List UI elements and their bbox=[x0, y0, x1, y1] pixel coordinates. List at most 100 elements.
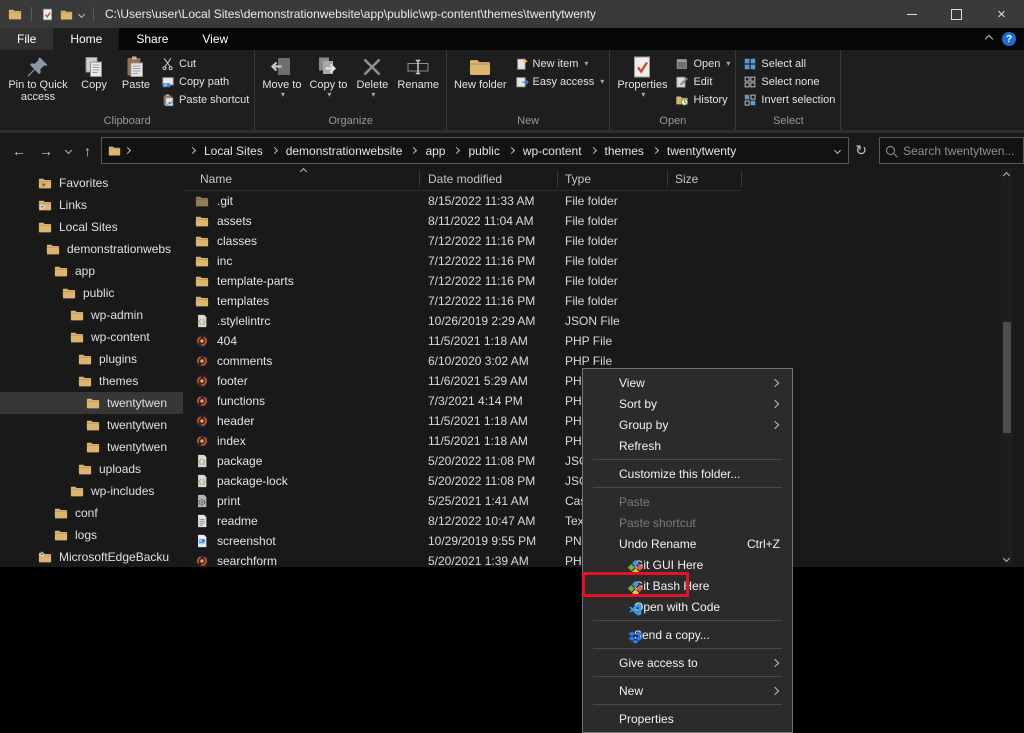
tree-item-wp-content-7[interactable]: wp-content bbox=[0, 326, 183, 348]
ribbon-button-copy[interactable]: Copy bbox=[73, 52, 115, 91]
tree-item-microsoftedgebacku-17[interactable]: MicrosoftEdgeBacku bbox=[0, 546, 183, 567]
tab-home[interactable]: Home bbox=[53, 28, 119, 50]
ribbon-button-copy-to[interactable]: Copy to▾ bbox=[305, 52, 351, 100]
tree-item-wp-includes-14[interactable]: wp-includes bbox=[0, 480, 183, 502]
ribbon-button-open[interactable]: Open▾ bbox=[675, 56, 730, 71]
collapse-ribbon-icon[interactable] bbox=[985, 35, 993, 43]
menu-item-view[interactable]: View bbox=[583, 372, 792, 393]
ribbon-button-paste-shortcut[interactable]: Paste shortcut bbox=[161, 92, 249, 107]
search-input[interactable] bbox=[901, 143, 1017, 159]
ribbon-button-pin-to-quick-access[interactable]: Pin to Quick access bbox=[3, 52, 73, 104]
customize-toolbar-chevron-icon[interactable] bbox=[78, 10, 85, 17]
column-header-type[interactable]: Type bbox=[558, 171, 668, 187]
ribbon-button-edit[interactable]: Edit bbox=[675, 74, 730, 89]
tree-item-twentytwen-11[interactable]: twentytwen bbox=[0, 414, 183, 436]
tree-item-app-4[interactable]: app bbox=[0, 260, 183, 282]
help-icon[interactable]: ? bbox=[1002, 32, 1016, 46]
menu-item-properties[interactable]: Properties bbox=[583, 708, 792, 729]
forward-button[interactable]: → bbox=[39, 143, 53, 159]
menu-item-git-bash-here[interactable]: Git Bash Here bbox=[583, 575, 792, 596]
maximize-button[interactable] bbox=[934, 0, 979, 28]
up-button[interactable]: ↑ bbox=[84, 143, 91, 159]
menu-item-group-by[interactable]: Group by bbox=[583, 414, 792, 435]
refresh-button[interactable]: ↻ bbox=[849, 142, 873, 159]
menu-item-new[interactable]: New bbox=[583, 680, 792, 701]
breadcrumb-segment-twentytwenty[interactable]: twentytwenty bbox=[662, 144, 741, 158]
file-row-template-parts[interactable]: template-parts7/12/2022 11:16 PMFile fol… bbox=[183, 271, 1024, 291]
ribbon-button-properties[interactable]: Properties▾ bbox=[613, 52, 671, 100]
menu-item-open-with-code[interactable]: Open with Code bbox=[583, 596, 792, 617]
tree-item-twentytwen-10[interactable]: twentytwen bbox=[0, 392, 183, 414]
search-box[interactable] bbox=[879, 137, 1024, 164]
tree-item-favorites-0[interactable]: ★Favorites bbox=[0, 172, 183, 194]
breadcrumb-segment-public[interactable]: public bbox=[463, 144, 504, 158]
tree-item-twentytwen-12[interactable]: twentytwen bbox=[0, 436, 183, 458]
column-header-date-modified[interactable]: Date modified bbox=[420, 171, 558, 187]
breadcrumb-chevron-icon[interactable] bbox=[508, 147, 515, 154]
file-row-classes[interactable]: classes7/12/2022 11:16 PMFile folder bbox=[183, 231, 1024, 251]
menu-item-send-a-copy[interactable]: Send a copy... bbox=[583, 624, 792, 645]
minimize-button[interactable] bbox=[889, 0, 934, 28]
scroll-up-icon[interactable] bbox=[1003, 172, 1010, 179]
properties-quick-icon[interactable] bbox=[41, 8, 54, 21]
breadcrumb-chevron-icon[interactable] bbox=[652, 147, 659, 154]
ribbon-button-history[interactable]: History bbox=[675, 92, 730, 107]
address-bar[interactable]: Local Sites demonstrationwebsite app public… bbox=[101, 137, 849, 164]
file-row-inc[interactable]: inc7/12/2022 11:16 PMFile folder bbox=[183, 251, 1024, 271]
menu-item-undo-rename[interactable]: Undo RenameCtrl+Z bbox=[583, 533, 792, 554]
ribbon-button-rename[interactable]: Rename bbox=[393, 52, 443, 91]
breadcrumb-chevron-icon[interactable] bbox=[271, 147, 278, 154]
tab-view[interactable]: View bbox=[185, 28, 245, 50]
tree-item-demonstrationwebs-3[interactable]: demonstrationwebs bbox=[0, 238, 183, 260]
menu-item-git-gui-here[interactable]: Git GUI Here bbox=[583, 554, 792, 575]
close-button[interactable]: × bbox=[979, 0, 1024, 28]
ribbon-button-move-to[interactable]: Move to▾ bbox=[258, 52, 305, 100]
address-dropdown-chevron-icon[interactable] bbox=[834, 147, 841, 154]
menu-item-give-access-to[interactable]: Give access to bbox=[583, 652, 792, 673]
tree-item-themes-9[interactable]: themes bbox=[0, 370, 183, 392]
tree-item-local-sites-2[interactable]: Local Sites bbox=[0, 216, 183, 238]
tree-item-uploads-13[interactable]: uploads bbox=[0, 458, 183, 480]
tree-item-public-5[interactable]: public bbox=[0, 282, 183, 304]
tree-item-conf-15[interactable]: conf bbox=[0, 502, 183, 524]
breadcrumb-segment-wp-content[interactable]: wp-content bbox=[518, 144, 587, 158]
tab-file[interactable]: File bbox=[0, 28, 53, 50]
file-row-404[interactable]: 40411/5/2021 1:18 AMPHP File bbox=[183, 331, 1024, 351]
ribbon-button-cut[interactable]: Cut bbox=[161, 56, 249, 71]
new-folder-quick-icon[interactable] bbox=[60, 8, 73, 21]
file-row-assets[interactable]: assets8/11/2022 11:04 AMFile folder bbox=[183, 211, 1024, 231]
tree-scrollbar-thumb[interactable] bbox=[1003, 322, 1011, 433]
tree-scrollbar[interactable] bbox=[1001, 168, 1013, 567]
tree-item-plugins-8[interactable]: plugins bbox=[0, 348, 183, 370]
scroll-down-icon[interactable] bbox=[1003, 555, 1010, 562]
file-row-stylelintrc[interactable]: {}.stylelintrc10/26/2019 2:29 AMJSON Fil… bbox=[183, 311, 1024, 331]
menu-item-sort-by[interactable]: Sort by bbox=[583, 393, 792, 414]
tree-item-links-1[interactable]: Links bbox=[0, 194, 183, 216]
ribbon-button-select-none[interactable]: Select none bbox=[743, 74, 835, 89]
breadcrumb-chevron-icon[interactable] bbox=[453, 147, 460, 154]
breadcrumb-chevron-icon[interactable] bbox=[410, 147, 417, 154]
ribbon-button-delete[interactable]: Delete▾ bbox=[351, 52, 393, 100]
tree-item-logs-16[interactable]: logs bbox=[0, 524, 183, 546]
breadcrumb-segment-local-sites[interactable]: Local Sites bbox=[199, 144, 268, 158]
menu-item-customize-this-folder[interactable]: Customize this folder... bbox=[583, 463, 792, 484]
menu-item-refresh[interactable]: Refresh bbox=[583, 435, 792, 456]
file-row-templates[interactable]: templates7/12/2022 11:16 PMFile folder bbox=[183, 291, 1024, 311]
ribbon-button-paste[interactable]: Paste bbox=[115, 52, 157, 91]
ribbon-button-new-item[interactable]: New item▾ bbox=[515, 56, 605, 71]
breadcrumb-segment-themes[interactable]: themes bbox=[600, 144, 649, 158]
file-row-git[interactable]: .git8/15/2022 11:33 AMFile folder bbox=[183, 191, 1024, 211]
ribbon-button-copy-path[interactable]: WCopy path bbox=[161, 74, 249, 89]
breadcrumb-segment-demonstrationwebsite[interactable]: demonstrationwebsite bbox=[281, 144, 408, 158]
tree-item-wp-admin-6[interactable]: wp-admin bbox=[0, 304, 183, 326]
ribbon-button-easy-access[interactable]: Easy access▾ bbox=[515, 74, 605, 89]
ribbon-button-invert-selection[interactable]: Invert selection bbox=[743, 92, 835, 107]
ribbon-button-new-folder[interactable]: New folder bbox=[450, 52, 511, 91]
column-header-size[interactable]: Size bbox=[668, 171, 742, 187]
ribbon-button-select-all[interactable]: Select all bbox=[743, 56, 835, 71]
tab-share[interactable]: Share bbox=[119, 28, 185, 50]
back-button[interactable]: ← bbox=[12, 143, 26, 159]
recent-locations-chevron-icon[interactable] bbox=[65, 147, 72, 154]
breadcrumb-segment-app[interactable]: app bbox=[420, 144, 450, 158]
breadcrumb-chevron-icon[interactable] bbox=[189, 147, 196, 154]
